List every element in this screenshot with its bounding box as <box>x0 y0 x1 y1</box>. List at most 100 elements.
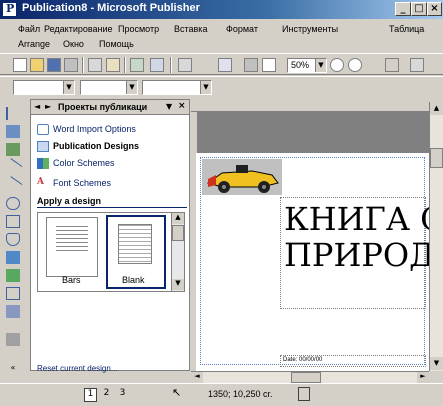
new-icon[interactable] <box>13 58 27 72</box>
design-thumbnail-bars[interactable] <box>46 217 98 277</box>
font-size-dropdown[interactable]: ▼ <box>142 80 212 95</box>
zoom-dropdown[interactable]: 50% ▼ <box>287 58 327 73</box>
format-painter-icon[interactable] <box>150 58 164 72</box>
horizontal-ruler[interactable] <box>191 102 429 112</box>
numbering-icon[interactable] <box>314 81 328 95</box>
table-icon[interactable] <box>6 143 20 156</box>
menu-edit[interactable]: Редактирование <box>44 24 113 34</box>
forward-arrow-icon[interactable]: ► <box>45 102 51 111</box>
scroll-down-arrow-icon[interactable]: ▼ <box>430 357 443 370</box>
design-thumbnail-blank-selected[interactable]: Blank <box>106 215 166 289</box>
autoshapes-icon[interactable] <box>6 233 20 246</box>
minimize-button[interactable]: _ <box>395 2 411 16</box>
line-icon[interactable] <box>3 158 23 177</box>
vertical-scrollbar[interactable]: ▲ ▼ <box>429 102 443 371</box>
design-label-blank: Blank <box>122 275 145 285</box>
font-color-icon[interactable] <box>352 81 366 95</box>
font-grow-icon[interactable] <box>336 81 350 95</box>
picture-icon[interactable] <box>6 251 20 264</box>
publication-page[interactable]: КНИГА О ПРИРОДЕ Date: 00/00/00 <box>196 153 443 371</box>
font-schemes-link[interactable]: Font Schemes <box>53 178 111 188</box>
reset-design-link[interactable]: Reset current design... <box>37 364 117 373</box>
menu-view[interactable]: Просмотр <box>118 24 159 34</box>
search-icon[interactable] <box>64 58 78 72</box>
font-dropdown[interactable]: ▼ <box>80 80 138 95</box>
cursor-position-icon: ↖ <box>172 386 182 399</box>
scroll-thumb[interactable] <box>291 372 321 383</box>
special-characters-icon[interactable] <box>262 58 276 72</box>
insert-hyperlink-icon[interactable] <box>218 58 232 72</box>
page-navigator-2[interactable]: 2 <box>100 388 113 402</box>
publication-designs-icon <box>37 141 49 152</box>
scroll-right-arrow-icon[interactable]: ► <box>417 372 429 383</box>
toolbar-options-icon[interactable] <box>385 58 399 72</box>
menu-format[interactable]: Формат <box>226 24 258 34</box>
form-control-icon[interactable] <box>6 305 20 318</box>
rectangle-icon[interactable] <box>6 215 20 228</box>
close-icon[interactable]: × <box>178 101 186 111</box>
scroll-down-arrow-icon[interactable]: ▼ <box>172 279 184 290</box>
close-button[interactable]: × <box>427 2 442 16</box>
italic-icon[interactable] <box>250 81 264 95</box>
print-icon[interactable] <box>88 58 102 72</box>
date-text-frame[interactable]: Date: 00/00/00 <box>280 355 426 367</box>
arrow-icon[interactable] <box>3 176 23 195</box>
thumbnail-preview <box>118 224 152 264</box>
gallery-scrollbar[interactable]: ▲ ▼ <box>171 213 184 291</box>
maximize-button[interactable]: □ <box>411 2 427 16</box>
menu-table[interactable]: Таблица <box>389 24 424 34</box>
page-navigator-1[interactable]: 1 <box>84 388 97 402</box>
chevron-down-icon: ▼ <box>315 59 326 72</box>
title-text-frame[interactable]: КНИГА О ПРИРОДЕ <box>280 197 443 309</box>
pointer-icon[interactable] <box>6 107 20 120</box>
title-bar: Publication8 - Microsoft Publisher _ □ × <box>0 0 443 19</box>
design-gallery-icon[interactable] <box>6 269 20 282</box>
publication-designs-link[interactable]: Publication Designs <box>53 141 139 151</box>
scroll-up-arrow-icon[interactable]: ▲ <box>430 102 443 115</box>
publisher-app-icon[interactable] <box>2 2 17 17</box>
columns-icon[interactable] <box>244 58 258 72</box>
menu-file[interactable]: Файл <box>18 24 40 34</box>
menu-insert[interactable]: Вставка <box>174 24 207 34</box>
scroll-thumb[interactable] <box>430 148 443 168</box>
fill-color-icon[interactable] <box>388 81 402 95</box>
design-gallery: Bars Blank ▲ ▼ <box>37 212 185 292</box>
race-car-clipart[interactable] <box>202 159 282 195</box>
menu-arrange[interactable]: Arrange <box>18 39 50 49</box>
cursor-coordinates: 1350; 10,250 cr. <box>208 389 273 399</box>
underline-icon[interactable] <box>268 81 282 95</box>
menu-window[interactable]: Окно <box>63 39 84 49</box>
scroll-up-arrow-icon[interactable]: ▲ <box>172 213 184 224</box>
page-navigator-3[interactable]: 3 <box>116 388 129 402</box>
formatting-toolbar: ▼ ▼ ▼ <box>0 76 443 98</box>
style-dropdown[interactable]: ▼ <box>13 80 75 95</box>
text-box-icon[interactable] <box>6 125 20 138</box>
zoom-out-icon[interactable] <box>330 58 344 72</box>
back-arrow-icon[interactable]: ◄ <box>34 102 40 111</box>
zoom-in-icon[interactable] <box>348 58 362 72</box>
undo-icon[interactable] <box>178 58 192 72</box>
line-style-icon[interactable] <box>370 81 384 95</box>
open-icon[interactable] <box>30 58 44 72</box>
spelling-icon[interactable] <box>106 58 120 72</box>
html-fragment-icon[interactable] <box>6 333 20 346</box>
more-tools-icon[interactable]: « <box>6 363 20 373</box>
dropdown-arrow-icon[interactable]: ▼ <box>166 102 172 111</box>
menu-help[interactable]: Помощь <box>99 39 134 49</box>
align-icon[interactable] <box>294 81 308 95</box>
menu-tools[interactable]: Инструменты <box>282 24 338 34</box>
save-icon[interactable] <box>47 58 61 72</box>
scroll-left-arrow-icon[interactable]: ◄ <box>191 372 203 383</box>
bold-icon[interactable] <box>230 81 244 95</box>
horizontal-scrollbar[interactable]: ◄ ► <box>191 371 429 383</box>
color-schemes-link[interactable]: Color Schemes <box>53 158 115 168</box>
oval-icon[interactable] <box>6 197 20 210</box>
hotspot-icon[interactable] <box>6 287 20 300</box>
chevron-down-icon: ▼ <box>200 81 211 94</box>
cut-icon[interactable] <box>130 58 144 72</box>
scroll-thumb[interactable] <box>172 225 184 241</box>
word-import-options-link[interactable]: Word Import Options <box>53 124 136 134</box>
line-color-icon[interactable] <box>410 81 424 95</box>
chevron-down-icon: ▼ <box>126 81 137 94</box>
toolbar-more-icon[interactable] <box>410 58 424 72</box>
